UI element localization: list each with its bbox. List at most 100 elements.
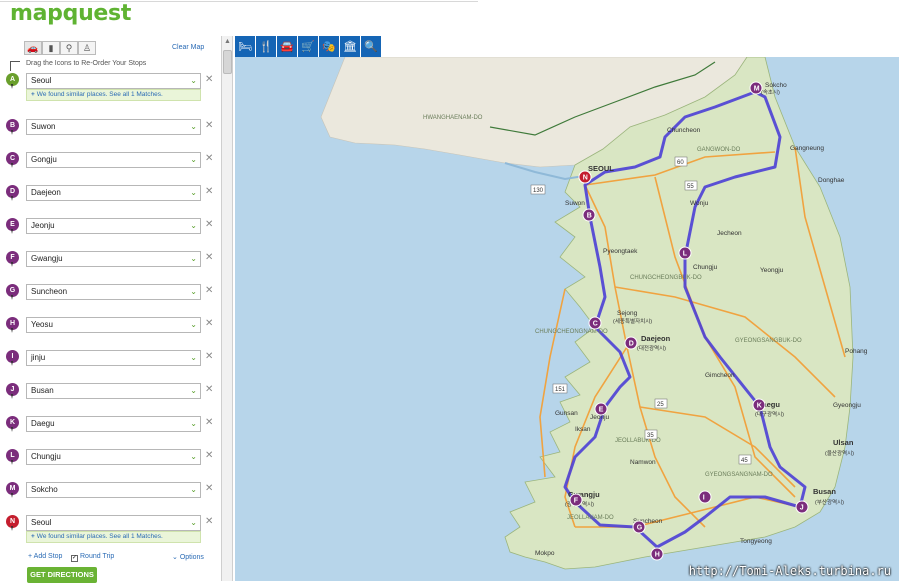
route-stop-marker[interactable]: H — [651, 548, 663, 560]
transit-mode-button[interactable]: ▮ — [42, 41, 60, 55]
chevron-down-icon[interactable]: ⌄ — [190, 285, 197, 299]
remove-stop-icon[interactable]: ✕ — [205, 516, 213, 527]
city-label: Donghae — [818, 177, 845, 184]
stop-marker-icon[interactable]: H — [6, 317, 19, 330]
round-trip-checkbox[interactable]: ✓ — [71, 555, 78, 562]
route-stop-marker[interactable]: L — [679, 247, 691, 259]
stop-location-field[interactable]: Seoul⌄ — [26, 73, 201, 89]
stop-marker-icon[interactable]: M — [6, 482, 19, 495]
chevron-down-icon[interactable]: ⌄ — [190, 120, 197, 134]
stop-marker-icon[interactable]: G — [6, 284, 19, 297]
route-stop-marker[interactable]: D — [625, 337, 637, 349]
remove-stop-icon[interactable]: ✕ — [205, 120, 213, 131]
remove-stop-icon[interactable]: ✕ — [205, 384, 213, 395]
bike-mode-button[interactable]: ⚲ — [60, 41, 78, 55]
stop-location-field[interactable]: Daejeon⌄ — [26, 185, 201, 201]
restaurant-button[interactable]: 🍴 — [256, 36, 276, 57]
remove-stop-icon[interactable]: ✕ — [205, 351, 213, 362]
remove-stop-icon[interactable]: ✕ — [205, 483, 213, 494]
stop-location-field[interactable]: Gwangju⌄ — [26, 251, 201, 267]
car-mode-button[interactable]: 🚗 — [24, 41, 42, 55]
walk-icon: ♙ — [83, 43, 91, 54]
stop-marker-icon[interactable]: N — [6, 515, 19, 528]
chevron-down-icon[interactable]: ⌄ — [190, 417, 197, 431]
route-stop-marker[interactable]: B — [583, 209, 595, 221]
remove-stop-icon[interactable]: ✕ — [205, 74, 213, 85]
similar-places-notice[interactable]: +We found similar places. See all 1 Matc… — [26, 531, 201, 543]
route-stop-marker[interactable]: F — [570, 494, 582, 506]
chevron-down-icon[interactable]: ⌄ — [190, 153, 197, 167]
remove-stop-icon[interactable]: ✕ — [205, 318, 213, 329]
stop-location-field[interactable]: Suncheon⌄ — [26, 284, 201, 300]
sidebar-scrollbar[interactable]: ▲ — [222, 36, 233, 581]
route-stop-marker[interactable]: K — [753, 399, 765, 411]
add-stop-link[interactable]: + Add Stop — [28, 553, 62, 560]
map-canvas[interactable]: HWANGHAENAM-DO GANGWON-DO CHUNGCHEONGBUK… — [235, 57, 899, 581]
route-stop-marker[interactable]: I — [699, 491, 711, 503]
entertainment-button[interactable]: 🎭 — [319, 36, 339, 57]
round-trip-option[interactable]: ✓Round Trip — [71, 553, 114, 562]
chevron-down-icon[interactable]: ⌄ — [190, 450, 197, 464]
stop-location-field[interactable]: Yeosu⌄ — [26, 317, 201, 333]
similar-places-notice[interactable]: +We found similar places. See all 1 Matc… — [26, 89, 201, 101]
route-stop-marker[interactable]: N — [579, 171, 591, 183]
city-label: Sokcho — [765, 82, 787, 89]
chevron-down-icon[interactable]: ⌄ — [190, 219, 197, 233]
remove-stop-icon[interactable]: ✕ — [205, 252, 213, 263]
stop-location-field[interactable]: jinju⌄ — [26, 350, 201, 366]
route-stop-marker[interactable]: C — [589, 317, 601, 329]
stop-marker-icon[interactable]: A — [6, 73, 19, 86]
stop-location-field[interactable]: Daegu⌄ — [26, 416, 201, 432]
scrollbar-thumb[interactable] — [223, 50, 232, 74]
highway-shield: 55 — [687, 184, 694, 190]
stop-marker-icon[interactable]: B — [6, 119, 19, 132]
stop-location-field[interactable]: Gongju⌄ — [26, 152, 201, 168]
shopping-button[interactable]: 🛒 — [298, 36, 318, 57]
auto-services-button[interactable]: 🚘 — [277, 36, 297, 57]
stop-marker-icon[interactable]: E — [6, 218, 19, 231]
scroll-up-icon[interactable]: ▲ — [223, 38, 232, 46]
chevron-down-icon[interactable]: ⌄ — [190, 252, 197, 266]
stop-location-field[interactable]: Chungju⌄ — [26, 449, 201, 465]
attractions-button[interactable]: 🏛 — [340, 36, 360, 57]
hotel-button[interactable]: 🛏 — [235, 36, 255, 57]
stop-marker-icon[interactable]: L — [6, 449, 19, 462]
stop-location-field[interactable]: Busan⌄ — [26, 383, 201, 399]
stop-marker-icon[interactable]: D — [6, 185, 19, 198]
chevron-down-icon[interactable]: ⌄ — [190, 186, 197, 200]
route-stop-marker[interactable]: G — [633, 521, 645, 533]
stop-marker-icon[interactable]: F — [6, 251, 19, 264]
map-svg[interactable]: HWANGHAENAM-DO GANGWON-DO CHUNGCHEONGBUK… — [235, 57, 899, 581]
remove-stop-icon[interactable]: ✕ — [205, 219, 213, 230]
options-link[interactable]: ⌄ Options — [172, 553, 204, 561]
chevron-down-icon[interactable]: ⌄ — [190, 483, 197, 497]
remove-stop-icon[interactable]: ✕ — [205, 450, 213, 461]
stop-location-field[interactable]: Jeonju⌄ — [26, 218, 201, 234]
chevron-down-icon[interactable]: ⌄ — [190, 384, 197, 398]
clear-map-link[interactable]: Clear Map — [172, 44, 204, 51]
stop-location-field[interactable]: Seoul⌄ — [26, 515, 201, 531]
remove-stop-icon[interactable]: ✕ — [205, 153, 213, 164]
chevron-down-icon[interactable]: ⌄ — [190, 351, 197, 365]
stop-location-field[interactable]: Suwon⌄ — [26, 119, 201, 135]
chevron-down-icon[interactable]: ⌄ — [190, 74, 197, 88]
stop-marker-icon[interactable]: K — [6, 416, 19, 429]
stop-location-field[interactable]: Sokcho⌄ — [26, 482, 201, 498]
remove-stop-icon[interactable]: ✕ — [205, 285, 213, 296]
mapquest-logo[interactable]: mapquest — [10, 1, 131, 26]
map-search-button[interactable]: 🔍 — [361, 36, 381, 57]
route-stop-marker[interactable]: M — [750, 82, 762, 94]
route-stop-marker[interactable]: J — [796, 501, 808, 513]
stop-row-b: B Suwon⌄ ✕ — [0, 116, 222, 144]
city-label: Gimcheon — [705, 372, 735, 379]
stop-marker-icon[interactable]: C — [6, 152, 19, 165]
stop-marker-icon[interactable]: I — [6, 350, 19, 363]
chevron-down-icon[interactable]: ⌄ — [190, 516, 197, 530]
stop-marker-icon[interactable]: J — [6, 383, 19, 396]
route-stop-marker[interactable]: E — [595, 403, 607, 415]
remove-stop-icon[interactable]: ✕ — [205, 186, 213, 197]
remove-stop-icon[interactable]: ✕ — [205, 417, 213, 428]
route-stop-label: H — [655, 552, 660, 559]
chevron-down-icon[interactable]: ⌄ — [190, 318, 197, 332]
walk-mode-button[interactable]: ♙ — [78, 41, 96, 55]
